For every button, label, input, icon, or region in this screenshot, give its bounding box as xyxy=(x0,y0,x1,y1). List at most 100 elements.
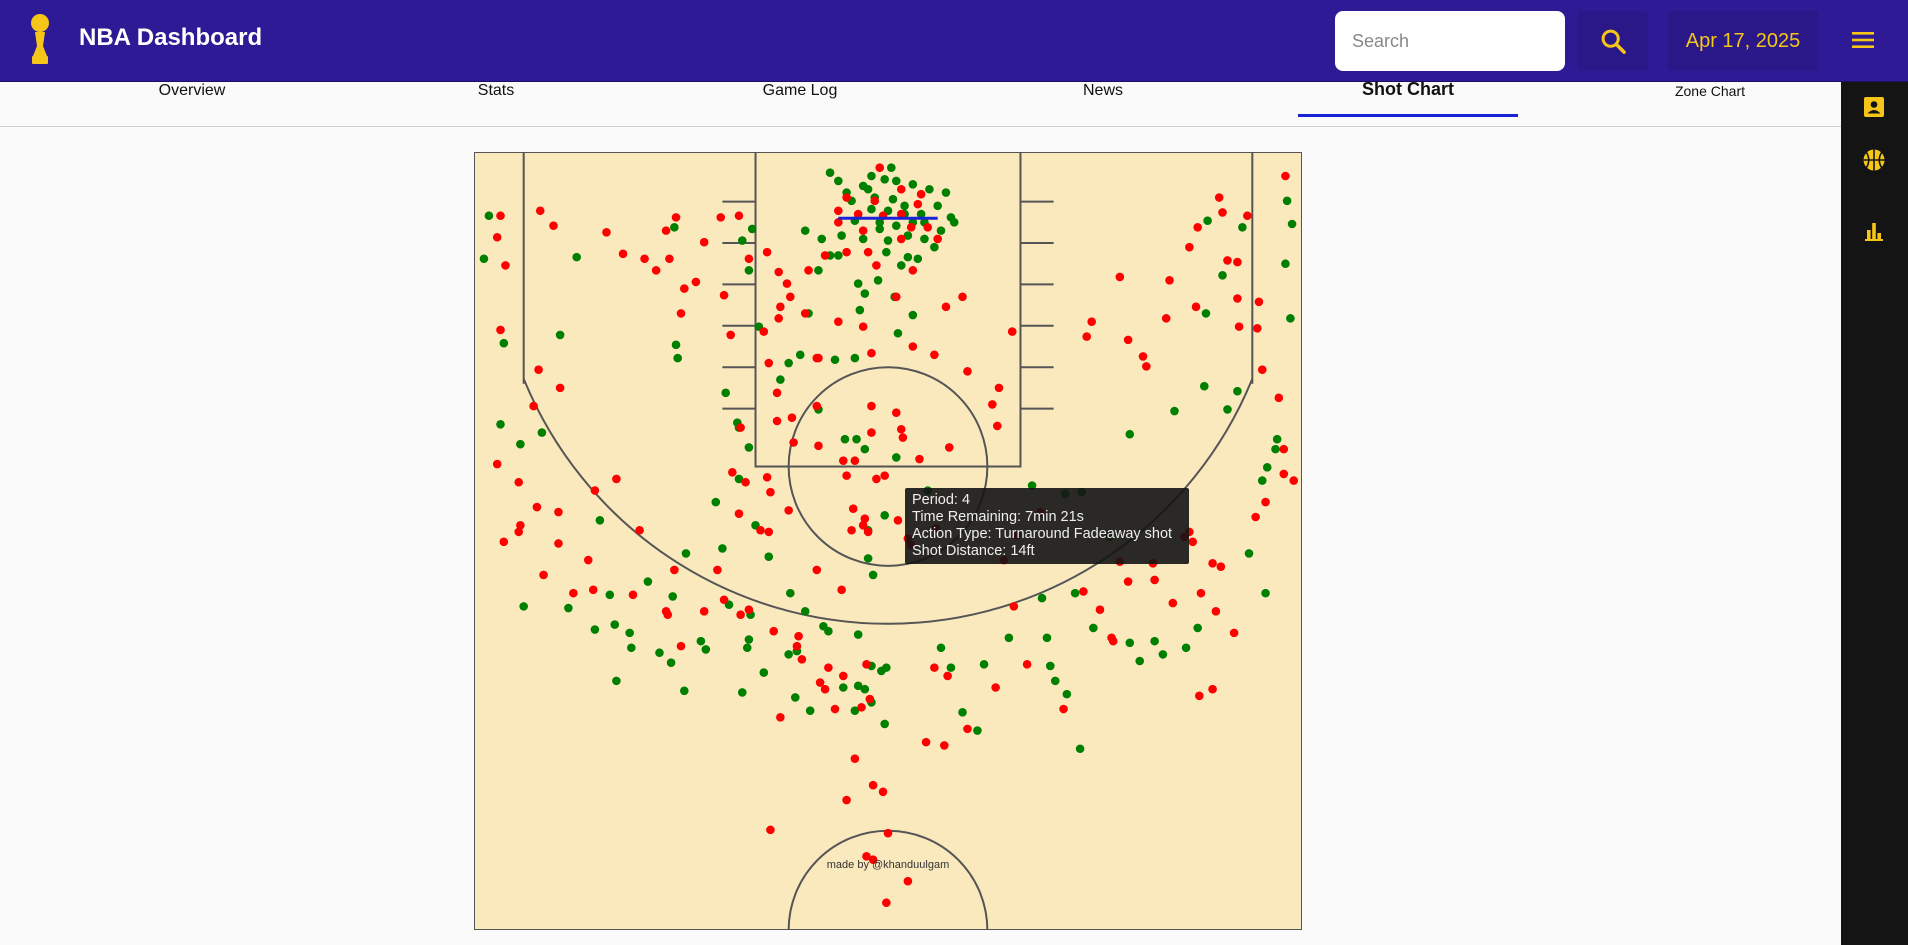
made-shot-dot[interactable] xyxy=(764,552,774,562)
missed-shot-dot[interactable] xyxy=(896,184,906,194)
missed-shot-dot[interactable] xyxy=(728,468,737,477)
made-shot-dot[interactable] xyxy=(1223,405,1232,414)
missed-shot-dot[interactable] xyxy=(794,631,803,641)
missed-shot-dot[interactable] xyxy=(812,353,822,363)
made-shot-dot[interactable] xyxy=(666,658,676,667)
missed-shot-dot[interactable] xyxy=(1208,684,1217,694)
made-shot-dot[interactable] xyxy=(795,350,805,360)
made-shot-dot[interactable] xyxy=(837,231,846,240)
date-picker-button[interactable]: Apr 17, 2025 xyxy=(1668,11,1818,71)
missed-shot-dot[interactable] xyxy=(1214,193,1224,202)
made-shot-dot[interactable] xyxy=(516,439,525,449)
missed-shot-dot[interactable] xyxy=(741,477,750,487)
made-shot-dot[interactable] xyxy=(908,179,918,189)
made-shot-dot[interactable] xyxy=(1282,196,1292,206)
missed-shot-dot[interactable] xyxy=(535,206,545,216)
search-box[interactable] xyxy=(1335,11,1565,71)
missed-shot-dot[interactable] xyxy=(812,401,822,411)
missed-shot-dot[interactable] xyxy=(941,302,951,312)
missed-shot-dot[interactable] xyxy=(1195,691,1204,701)
missed-shot-dot[interactable] xyxy=(774,267,784,277)
missed-shot-dot[interactable] xyxy=(865,694,875,704)
made-shot-dot[interactable] xyxy=(1070,588,1080,598)
made-shot-dot[interactable] xyxy=(680,686,689,696)
missed-shot-dot[interactable] xyxy=(1233,294,1242,303)
trophy-icon[interactable] xyxy=(22,12,62,66)
missed-shot-dot[interactable] xyxy=(848,504,858,514)
made-shot-dot[interactable] xyxy=(933,201,942,211)
missed-shot-dot[interactable] xyxy=(492,232,502,242)
missed-shot-dot[interactable] xyxy=(862,660,871,669)
made-shot-dot[interactable] xyxy=(908,310,918,320)
made-shot-dot[interactable] xyxy=(784,358,793,368)
missed-shot-dot[interactable] xyxy=(665,254,674,264)
missed-shot-dot[interactable] xyxy=(1115,272,1125,282)
missed-shot-dot[interactable] xyxy=(719,290,729,300)
missed-shot-dot[interactable] xyxy=(857,703,866,712)
made-shot-dot[interactable] xyxy=(1199,381,1209,391)
missed-shot-dot[interactable] xyxy=(842,471,851,480)
made-shot-dot[interactable] xyxy=(1286,314,1295,323)
missed-shot-dot[interactable] xyxy=(820,684,830,694)
missed-shot-dot[interactable] xyxy=(496,325,505,335)
missed-shot-dot[interactable] xyxy=(680,284,689,293)
missed-shot-dot[interactable] xyxy=(908,342,918,351)
missed-shot-dot[interactable] xyxy=(1108,636,1118,646)
missed-shot-dot[interactable] xyxy=(1168,598,1178,608)
made-shot-dot[interactable] xyxy=(499,338,509,348)
made-shot-dot[interactable] xyxy=(1271,444,1280,454)
missed-shot-dot[interactable] xyxy=(514,527,524,537)
made-shot-dot[interactable] xyxy=(891,221,901,230)
made-shot-dot[interactable] xyxy=(572,252,581,262)
missed-shot-dot[interactable] xyxy=(612,474,621,484)
made-shot-dot[interactable] xyxy=(888,194,898,204)
missed-shot-dot[interactable] xyxy=(532,502,542,512)
made-shot-dot[interactable] xyxy=(925,184,934,194)
made-shot-dot[interactable] xyxy=(1218,271,1227,280)
made-shot-dot[interactable] xyxy=(670,223,679,232)
sidebar-item-stats[interactable] xyxy=(1861,218,1887,244)
missed-shot-dot[interactable] xyxy=(933,234,942,244)
made-shot-dot[interactable] xyxy=(880,175,889,184)
made-shot-dot[interactable] xyxy=(920,234,929,244)
made-shot-dot[interactable] xyxy=(484,211,494,221)
made-shot-dot[interactable] xyxy=(805,706,815,715)
made-shot-dot[interactable] xyxy=(1233,386,1242,396)
missed-shot-dot[interactable] xyxy=(785,292,795,302)
missed-shot-dot[interactable] xyxy=(1161,314,1171,323)
missed-shot-dot[interactable] xyxy=(651,266,661,275)
missed-shot-dot[interactable] xyxy=(744,254,754,264)
missed-shot-dot[interactable] xyxy=(1142,362,1151,371)
missed-shot-dot[interactable] xyxy=(1211,607,1221,616)
made-shot-dot[interactable] xyxy=(537,428,547,437)
made-shot-dot[interactable] xyxy=(595,516,605,525)
missed-shot-dot[interactable] xyxy=(875,163,885,173)
missed-shot-dot[interactable] xyxy=(870,196,880,206)
missed-shot-dot[interactable] xyxy=(782,279,792,288)
made-shot-dot[interactable] xyxy=(850,353,860,363)
missed-shot-dot[interactable] xyxy=(830,704,840,714)
missed-shot-dot[interactable] xyxy=(792,641,802,651)
made-shot-dot[interactable] xyxy=(979,660,989,669)
missed-shot-dot[interactable] xyxy=(539,570,548,580)
missed-shot-dot[interactable] xyxy=(1254,297,1264,307)
missed-shot-dot[interactable] xyxy=(820,251,830,260)
missed-shot-dot[interactable] xyxy=(1289,476,1299,485)
made-shot-dot[interactable] xyxy=(655,648,664,658)
made-shot-dot[interactable] xyxy=(681,549,691,558)
missed-shot-dot[interactable] xyxy=(676,309,686,318)
made-shot-dot[interactable] xyxy=(590,625,600,634)
made-shot-dot[interactable] xyxy=(1125,638,1135,648)
missed-shot-dot[interactable] xyxy=(921,737,931,747)
missed-shot-dot[interactable] xyxy=(842,247,851,257)
missed-shot-dot[interactable] xyxy=(1079,587,1088,596)
missed-shot-dot[interactable] xyxy=(764,358,774,368)
missed-shot-dot[interactable] xyxy=(915,454,924,464)
missed-shot-dot[interactable] xyxy=(699,607,709,616)
made-shot-dot[interactable] xyxy=(867,204,876,214)
made-shot-dot[interactable] xyxy=(858,234,868,244)
missed-shot-dot[interactable] xyxy=(1208,559,1217,568)
missed-shot-dot[interactable] xyxy=(908,266,918,275)
missed-shot-dot[interactable] xyxy=(734,211,744,221)
missed-shot-dot[interactable] xyxy=(787,413,797,422)
